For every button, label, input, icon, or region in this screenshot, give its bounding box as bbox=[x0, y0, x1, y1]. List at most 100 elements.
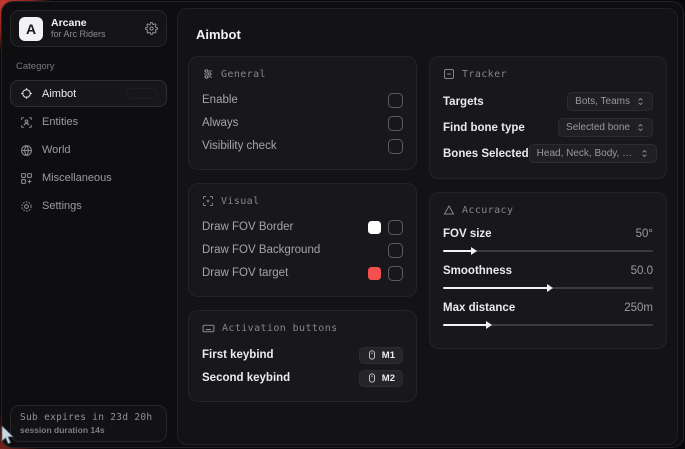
sidebar-item-label: World bbox=[42, 144, 71, 156]
category-label: Category bbox=[16, 61, 167, 72]
brand-text: Arcane for Arc Riders bbox=[51, 17, 137, 39]
mouse-icon bbox=[367, 373, 377, 383]
chevrons-up-down-icon bbox=[636, 123, 645, 132]
app-subtitle: for Arc Riders bbox=[51, 29, 137, 39]
activation-card-header: Activation buttons bbox=[202, 322, 403, 335]
setting-label: Draw FOV Background bbox=[202, 244, 320, 256]
sliders-icon bbox=[202, 68, 214, 80]
sidebar-item-label: Settings bbox=[42, 200, 82, 212]
smoothness-slider[interactable] bbox=[443, 287, 653, 289]
grid-icon bbox=[20, 172, 33, 185]
app-title: Arcane bbox=[51, 17, 137, 29]
app-logo: A bbox=[19, 17, 43, 41]
setting-row-draw-fov-border: Draw FOV Border bbox=[202, 216, 403, 238]
sidebar-item-world[interactable]: World bbox=[10, 137, 167, 163]
visual-card-header: Visual bbox=[202, 195, 403, 207]
card-title: Visual bbox=[221, 196, 260, 207]
viewfinder-icon bbox=[202, 195, 214, 207]
draw-fov-target-checkbox[interactable] bbox=[388, 266, 403, 281]
tracker-row-targets: Targets Bots, Teams bbox=[443, 89, 653, 114]
setting-row-draw-fov-background: Draw FOV Background bbox=[202, 239, 403, 261]
general-card: General Enable Always Visibility check bbox=[188, 56, 417, 170]
sidebar: A Arcane for Arc Riders Category Aimbot … bbox=[2, 2, 175, 447]
find-bone-type-dropdown[interactable]: Selected bone bbox=[558, 118, 653, 137]
sidebar-item-label: Aimbot bbox=[42, 88, 76, 100]
sidebar-item-entities[interactable]: Entities bbox=[10, 109, 167, 135]
keybind-hint bbox=[127, 88, 157, 99]
dropdown-value: Head, Neck, Body, Fe... bbox=[537, 148, 634, 159]
tracker-row-bones-selected: Bones Selected Head, Neck, Body, Fe... bbox=[443, 141, 653, 166]
slider-label: Smoothness bbox=[443, 265, 512, 277]
key-value: M1 bbox=[382, 350, 395, 361]
accuracy-card: Accuracy FOV size 50° bbox=[429, 192, 667, 349]
second-keybind-button[interactable]: M2 bbox=[359, 370, 403, 387]
card-title: Tracker bbox=[462, 69, 507, 80]
slider-value: 50.0 bbox=[631, 265, 653, 277]
accuracy-card-header: Accuracy bbox=[443, 204, 653, 216]
draw-fov-background-checkbox[interactable] bbox=[388, 243, 403, 258]
sub-expires-text: Sub expires in 23d 20h bbox=[20, 412, 157, 423]
gear-icon[interactable] bbox=[145, 22, 158, 35]
brand-card: A Arcane for Arc Riders bbox=[10, 10, 167, 47]
setting-label: Visibility check bbox=[202, 140, 277, 152]
keyboard-icon bbox=[202, 322, 215, 335]
gear-icon bbox=[20, 200, 33, 213]
keybind-row-first: First keybind M1 bbox=[202, 344, 403, 366]
visibility-check-checkbox[interactable] bbox=[388, 139, 403, 154]
first-keybind-button[interactable]: M1 bbox=[359, 347, 403, 364]
page-title: Aimbot bbox=[196, 27, 667, 42]
chevrons-up-down-icon bbox=[636, 97, 645, 106]
tracker-label: Find bone type bbox=[443, 122, 525, 134]
slider-thumb[interactable] bbox=[486, 321, 492, 329]
tracker-label: Bones Selected bbox=[443, 148, 529, 160]
sidebar-item-aimbot[interactable]: Aimbot bbox=[10, 80, 167, 107]
draw-fov-border-checkbox[interactable] bbox=[388, 220, 403, 235]
sidebar-item-settings[interactable]: Settings bbox=[10, 193, 167, 219]
color-swatch[interactable] bbox=[368, 221, 381, 234]
dropdown-value: Bots, Teams bbox=[575, 96, 630, 107]
tracker-card-header: Tracker bbox=[443, 68, 653, 80]
triangle-icon bbox=[443, 204, 455, 216]
enable-checkbox[interactable] bbox=[388, 93, 403, 108]
sidebar-item-miscellaneous[interactable]: Miscellaneous bbox=[10, 165, 167, 191]
setting-row-enable: Enable bbox=[202, 89, 403, 111]
app-window: A Arcane for Arc Riders Category Aimbot … bbox=[1, 1, 684, 448]
slider-value: 250m bbox=[624, 302, 653, 314]
visual-card: Visual Draw FOV Border Draw FOV Backgrou… bbox=[188, 183, 417, 297]
chevrons-up-down-icon bbox=[640, 149, 649, 158]
setting-label: Draw FOV target bbox=[202, 267, 288, 279]
fov-size-slider[interactable] bbox=[443, 250, 653, 252]
entities-icon bbox=[20, 116, 33, 129]
slider-thumb[interactable] bbox=[471, 247, 477, 255]
crosshair-icon bbox=[20, 87, 33, 100]
slider-thumb[interactable] bbox=[547, 284, 553, 292]
card-title: General bbox=[221, 69, 266, 80]
slider-label: FOV size bbox=[443, 228, 492, 240]
session-duration-text: session duration 14s bbox=[20, 425, 157, 435]
always-checkbox[interactable] bbox=[388, 116, 403, 131]
setting-label: Enable bbox=[202, 94, 238, 106]
setting-row-always: Always bbox=[202, 112, 403, 134]
setting-row-visibility-check: Visibility check bbox=[202, 135, 403, 157]
mouse-icon bbox=[367, 350, 377, 360]
subscription-card: Sub expires in 23d 20h session duration … bbox=[10, 405, 167, 442]
sidebar-item-label: Entities bbox=[42, 116, 78, 128]
color-swatch[interactable] bbox=[368, 267, 381, 280]
slider-value: 50° bbox=[636, 228, 653, 240]
slider-group-smoothness: Smoothness 50.0 bbox=[443, 262, 653, 289]
targets-dropdown[interactable]: Bots, Teams bbox=[567, 92, 653, 111]
slider-group-fov-size: FOV size 50° bbox=[443, 225, 653, 252]
keybind-row-second: Second keybind M2 bbox=[202, 367, 403, 389]
mouse-cursor bbox=[1, 426, 18, 449]
dropdown-value: Selected bone bbox=[566, 122, 630, 133]
setting-label: Draw FOV Border bbox=[202, 221, 293, 233]
bones-selected-dropdown[interactable]: Head, Neck, Body, Fe... bbox=[529, 144, 657, 163]
slider-label: Max distance bbox=[443, 302, 515, 314]
slider-fill bbox=[443, 324, 487, 326]
max-distance-slider[interactable] bbox=[443, 324, 653, 326]
slider-fill bbox=[443, 250, 472, 252]
square-minus-icon bbox=[443, 68, 455, 80]
right-column: Tracker Targets Bots, Teams Find bone ty… bbox=[429, 56, 667, 349]
card-title: Accuracy bbox=[462, 205, 513, 216]
sidebar-item-label: Miscellaneous bbox=[42, 172, 112, 184]
